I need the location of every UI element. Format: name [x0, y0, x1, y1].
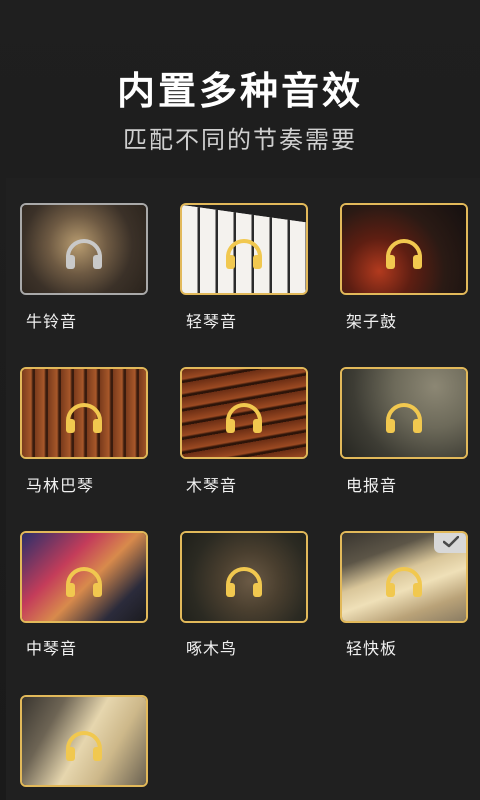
sound-card-marimba[interactable]: [20, 367, 148, 459]
sound-card-xylophone[interactable]: [180, 367, 308, 459]
headphone-icon: [66, 239, 102, 269]
headphone-icon: [66, 731, 102, 761]
page-subtitle: 匹配不同的节奏需要: [123, 126, 357, 154]
sound-label: 中琴音: [26, 639, 78, 658]
sound-label: 牛铃音: [26, 312, 78, 331]
sound-card-cowbell[interactable]: [20, 203, 148, 295]
headphone-icon: [386, 403, 422, 433]
check-icon: [443, 536, 459, 548]
sound-card-drums[interactable]: [340, 203, 468, 295]
sound-label: 马林巴琴: [26, 476, 95, 495]
sound-label: 轻琴音: [186, 312, 238, 331]
headphone-icon: [386, 239, 422, 269]
sound-card-telegraph[interactable]: [340, 367, 468, 459]
sound-card-piano[interactable]: [180, 203, 308, 295]
sound-card-clapper[interactable]: [340, 531, 468, 623]
headphone-icon: [226, 403, 262, 433]
headphone-icon: [66, 403, 102, 433]
sound-card-strings[interactable]: [20, 531, 148, 623]
sound-label: 啄木鸟: [186, 639, 238, 658]
sound-label: 轻快板: [346, 639, 398, 658]
headphone-icon: [386, 567, 422, 597]
headphone-icon: [226, 239, 262, 269]
sound-label: 架子鼓: [346, 312, 398, 331]
headphone-icon: [226, 567, 262, 597]
selected-check-badge: [434, 533, 466, 553]
page: 内置多种音效 匹配不同的节奏需要 牛铃音 轻琴音 架子鼓 马林巴琴 木琴音 电报…: [0, 0, 480, 800]
sound-card-woodpecker[interactable]: [180, 531, 308, 623]
page-title: 内置多种音效: [116, 69, 363, 113]
sound-label: 电报音: [346, 476, 398, 495]
sound-label: 木琴音: [186, 476, 238, 495]
sound-card-extra[interactable]: [20, 695, 148, 787]
headphone-icon: [66, 567, 102, 597]
